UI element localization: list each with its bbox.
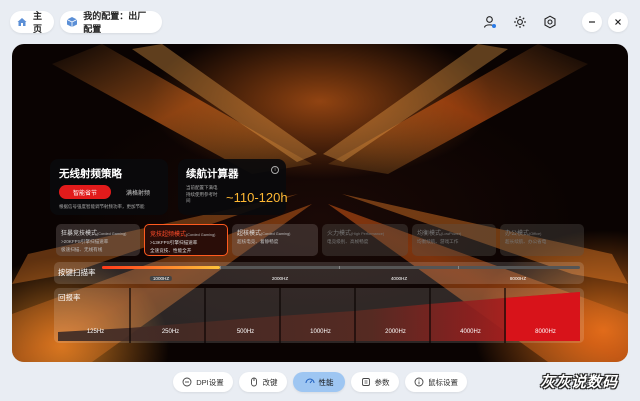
tab-label: 改键 <box>262 377 278 387</box>
battery-calculator-card: 续航计算器 i 当前配置下满电持续使用参考时间 ~110-120h <box>178 159 288 215</box>
mode-subtitle: (Corded Gaming) <box>97 232 127 236</box>
report-rate-panel: 回报率 125Hz 250Hz 500Hz 1000Hz 2000Hz 4000Hz 80 <box>54 288 584 343</box>
scan-tick <box>220 266 221 269</box>
mode-desc: 全速竞技、性能全开 <box>150 248 192 253</box>
top-bar: 主页 我的配置：出厂配置 <box>0 0 640 44</box>
minimize-button[interactable] <box>582 12 602 32</box>
battery-subtitle: 当前配置下满电持续使用参考时间 <box>186 185 218 203</box>
report-rate-option[interactable]: 2000Hz <box>358 329 433 335</box>
mode-desc: >13KFPS引擎扫描速率 <box>150 240 198 245</box>
mode-tile[interactable]: 狂暴竞技模式(Corded Gaming) >20KFPS引擎扫描速率 极速扫描… <box>56 224 140 256</box>
mode-desc: 电竞级别、高帧畅度 <box>327 239 369 244</box>
lighting-button[interactable] <box>510 12 530 32</box>
scan-rate-slider[interactable]: 1000HZ 2000HZ 4000HZ 8000HZ <box>102 266 580 281</box>
tab-label: 参数 <box>374 377 390 387</box>
wireless-description: 根据信号强度智能调节射频功率，更加节能 <box>59 204 145 209</box>
mode-title: 超核模式 <box>237 231 262 237</box>
sun-icon <box>514 16 526 28</box>
mode-desc: 极速扫描、无线有线 <box>61 247 103 252</box>
report-rate-option[interactable]: 4000Hz <box>433 329 508 335</box>
config-selector[interactable]: 我的配置：出厂配置 <box>60 11 162 34</box>
mode-selector: 狂暴竞技模式(Corded Gaming) >20KFPS引擎扫描速率 极速扫描… <box>56 224 584 256</box>
params-icon <box>361 377 371 387</box>
tab-remap[interactable]: 改键 <box>239 372 287 392</box>
minimize-icon <box>589 21 595 23</box>
mode-desc: 超核电竞、着静畅度 <box>237 239 279 244</box>
mode-tile-active[interactable]: 竞技超频模式(Corded Gaming) >13KFPS引擎扫描速率 全速竞技… <box>144 224 228 256</box>
performance-icon <box>305 377 315 387</box>
wireless-strategy-card: 无线射频策略 智能省节 满格射频 根据信号强度智能调节射频功率，更加节能 <box>50 159 168 215</box>
scan-option[interactable]: 2000HZ <box>272 276 288 281</box>
mode-desc: >20KFPS引擎扫描速率 <box>61 239 109 244</box>
mode-subtitle: (Corded Gaming) <box>186 233 216 237</box>
scan-option[interactable]: 8000HZ <box>510 276 526 281</box>
tab-params[interactable]: 参数 <box>351 372 399 392</box>
tab-label: 鼠标设置 <box>428 377 458 387</box>
watermark: 灰灰说数码 <box>540 373 618 391</box>
mode-subtitle: (LowPower) <box>441 232 462 236</box>
tab-label: 性能 <box>318 377 334 387</box>
battery-hours: ~110-120h <box>226 190 288 205</box>
scan-rate-fill <box>102 266 220 269</box>
close-icon <box>615 19 621 25</box>
mode-subtitle: (High Performance) <box>351 232 385 236</box>
mode-tile[interactable]: 超核模式(Corded Gaming) 超核电竞、着静畅度 <box>232 224 318 256</box>
report-rate-option[interactable]: 250Hz <box>133 329 208 335</box>
tab-dpi[interactable]: DPI设置 <box>173 372 233 392</box>
report-rate-option[interactable]: 1000Hz <box>283 329 358 335</box>
user-button[interactable] <box>480 12 500 32</box>
scan-rate-label: 按键扫描率 <box>58 268 96 277</box>
performance-panel: 无线射频策略 智能省节 满格射频 根据信号强度智能调节射频功率，更加节能 续航计… <box>12 44 628 362</box>
tab-performance[interactable]: 性能 <box>293 372 345 392</box>
mode-subtitle: (Office) <box>529 232 542 236</box>
close-button[interactable] <box>608 12 628 32</box>
mouse-icon <box>249 377 259 387</box>
scan-tick <box>339 266 340 269</box>
report-rate-option[interactable]: 125Hz <box>58 329 133 335</box>
info-icon[interactable]: i <box>271 166 279 174</box>
tab-mouse-settings[interactable]: 鼠标设置 <box>405 372 467 392</box>
dpi-icon <box>182 377 192 387</box>
mode-tile[interactable]: 火力模式(High Performance) 电竞级别、高帧畅度 <box>322 224 408 256</box>
mode-title: 火力模式 <box>327 231 352 237</box>
mode-title: 竞技超频模式 <box>150 232 187 238</box>
hexagon-settings-icon <box>544 15 556 29</box>
scan-option[interactable]: 1000HZ <box>149 276 173 281</box>
mode-subtitle: (Corded Gaming) <box>261 232 291 236</box>
mode-desc: 均衡续航、游戏工作 <box>417 239 459 244</box>
full-rf-button[interactable]: 满格射频 <box>116 185 160 199</box>
home-icon <box>16 15 28 29</box>
config-label: 我的配置：出厂配置 <box>83 11 147 34</box>
home-label: 主页 <box>33 11 43 34</box>
home-button[interactable]: 主页 <box>10 11 54 34</box>
mode-desc: 超长续航、办公省电 <box>505 239 547 244</box>
scan-option[interactable]: 4000HZ <box>391 276 407 281</box>
scan-tick <box>458 266 459 269</box>
battery-title: 续航计算器 <box>186 168 239 180</box>
mode-title: 办公模式 <box>505 231 530 237</box>
cube-icon <box>66 15 78 29</box>
user-icon <box>483 16 496 28</box>
wireless-title: 无线射频策略 <box>59 168 122 180</box>
info-icon <box>414 377 424 387</box>
mode-title: 狂暴竞技模式 <box>61 231 98 237</box>
scan-rate-panel: 按键扫描率 1000HZ 2000HZ 4000HZ 8000HZ <box>54 262 584 284</box>
tab-label: DPI设置 <box>196 377 224 387</box>
settings-button[interactable] <box>540 12 560 32</box>
report-rate-option[interactable]: 8000Hz <box>508 329 583 335</box>
smart-save-button[interactable]: 智能省节 <box>59 185 111 199</box>
mode-tile[interactable]: 办公模式(Office) 超长续航、办公省电 <box>500 224 584 256</box>
mode-title: 均衡模式 <box>417 231 442 237</box>
mode-tile[interactable]: 均衡模式(LowPower) 均衡续航、游戏工作 <box>412 224 496 256</box>
report-rate-option[interactable]: 500Hz <box>208 329 283 335</box>
